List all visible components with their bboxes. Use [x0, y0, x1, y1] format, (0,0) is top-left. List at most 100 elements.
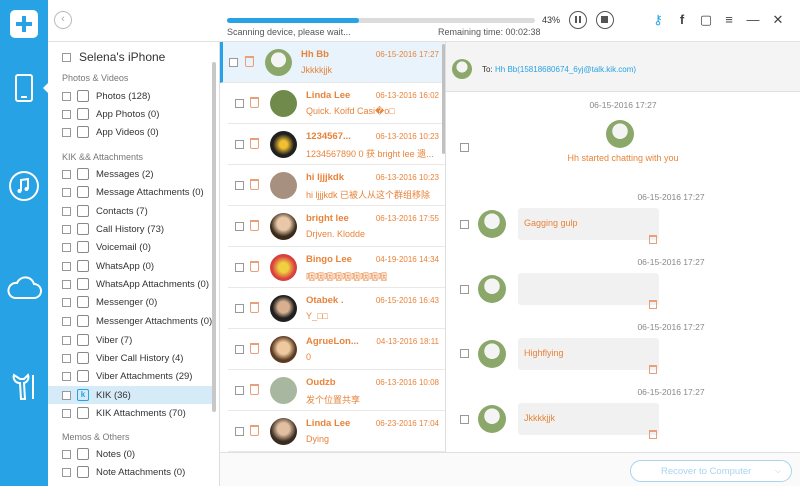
trash-icon[interactable]: [250, 138, 259, 149]
message-checkbox[interactable]: [235, 140, 244, 149]
message-row[interactable]: AgrueLon... 04-13-2016 18:11 0: [228, 329, 445, 370]
feedback-icon[interactable]: ▢: [698, 11, 714, 29]
message-checkbox[interactable]: [235, 99, 244, 108]
trash-icon[interactable]: [250, 384, 259, 395]
category-item[interactable]: Contacts (7): [48, 202, 214, 220]
category-checkbox[interactable]: [62, 242, 71, 252]
category-item[interactable]: Messages (2): [48, 165, 214, 183]
trash-icon[interactable]: [250, 179, 259, 190]
message-row[interactable]: hi ljjjkdk 06-13-2016 10:23 hi ljjjkdk 已…: [228, 165, 445, 206]
close-icon[interactable]: ✕: [770, 11, 786, 29]
bubble-checkbox[interactable]: [460, 285, 469, 294]
message-row[interactable]: Otabek . 06-15-2016 16:43 Y_□□: [228, 288, 445, 329]
message-checkbox[interactable]: [229, 58, 238, 67]
trash-icon[interactable]: [649, 300, 657, 309]
pause-button[interactable]: [569, 11, 587, 29]
category-checkbox[interactable]: [62, 169, 71, 179]
message-list-scrollbar[interactable]: [442, 44, 445, 154]
category-checkbox[interactable]: [62, 91, 71, 101]
message-row[interactable]: 1234567... 06-13-2016 10:23 1234567890 0…: [228, 124, 445, 165]
trash-icon[interactable]: [250, 220, 259, 231]
category-item[interactable]: Viber Call History (4): [48, 349, 214, 367]
message-checkbox[interactable]: [235, 181, 244, 190]
message-row[interactable]: Linda Lee 06-23-2016 17:04 Dying: [228, 411, 445, 452]
category-item-kik-selected[interactable]: k KIK (36): [48, 386, 214, 404]
category-item[interactable]: Messenger Attachments (0): [48, 312, 214, 330]
message-row[interactable]: bright lee 06-13-2016 17:55 Drjven. Klod…: [228, 206, 445, 247]
recover-to-computer-button[interactable]: Recover to Computer ⌵: [630, 460, 792, 482]
category-checkbox[interactable]: [62, 127, 71, 137]
message-checkbox[interactable]: [235, 304, 244, 313]
attachment-icon: [77, 407, 89, 419]
category-checkbox[interactable]: [62, 109, 71, 119]
phone-icon[interactable]: [0, 58, 49, 118]
category-item[interactable]: WhatsApp Attachments (0): [48, 275, 214, 293]
category-item[interactable]: WhatsApp (0): [48, 257, 214, 275]
category-checkbox[interactable]: [62, 224, 71, 234]
trash-icon[interactable]: [250, 302, 259, 313]
category-item[interactable]: App Photos (0): [48, 105, 214, 123]
category-item[interactable]: Call History (73): [48, 220, 214, 238]
trash-icon[interactable]: [649, 365, 657, 374]
message-checkbox[interactable]: [235, 427, 244, 436]
message-checkbox[interactable]: [235, 345, 244, 354]
message-checkbox[interactable]: [235, 263, 244, 272]
bubble-checkbox[interactable]: [460, 220, 469, 229]
category-checkbox[interactable]: [62, 449, 71, 459]
trash-icon[interactable]: [649, 235, 657, 244]
category-checkbox[interactable]: [62, 335, 71, 345]
device-checkbox[interactable]: [62, 52, 71, 62]
category-checkbox[interactable]: [62, 206, 71, 216]
avatar: [270, 131, 297, 158]
trash-icon[interactable]: [245, 56, 254, 67]
category-checkbox[interactable]: [62, 316, 71, 326]
music-icon[interactable]: [0, 156, 48, 216]
message-row[interactable]: Oudzb 06-13-2016 10:08 发个位置共享: [228, 370, 445, 411]
category-scrollbar[interactable]: [212, 62, 216, 412]
category-checkbox[interactable]: [62, 261, 71, 271]
category-checkbox[interactable]: [62, 353, 71, 363]
tools-icon[interactable]: [0, 356, 48, 416]
category-item[interactable]: Note Attachments (0): [48, 463, 214, 481]
trash-icon[interactable]: [649, 430, 657, 439]
trash-icon[interactable]: [250, 261, 259, 272]
chevron-down-icon[interactable]: ⌵: [775, 466, 781, 476]
message-row-active[interactable]: Hh Bb 06-15-2016 17:27 Jkkkkjjk: [220, 42, 445, 83]
category-checkbox[interactable]: [62, 371, 71, 381]
category-item[interactable]: KIK Attachments (70): [48, 404, 214, 422]
facebook-icon[interactable]: f: [674, 11, 690, 29]
device-row[interactable]: Selena's iPhone: [48, 48, 208, 66]
bubble-checkbox[interactable]: [460, 415, 469, 424]
category-checkbox[interactable]: [62, 187, 71, 197]
trash-icon[interactable]: [250, 425, 259, 436]
category-item[interactable]: Notes (0): [48, 445, 214, 463]
cloud-icon[interactable]: [0, 258, 48, 318]
message-checkbox[interactable]: [235, 386, 244, 395]
category-checkbox[interactable]: [62, 408, 71, 418]
category-checkbox[interactable]: [62, 297, 71, 307]
minimize-icon[interactable]: —: [745, 11, 761, 29]
trash-icon[interactable]: [250, 343, 259, 354]
back-button[interactable]: ‹: [54, 11, 72, 29]
category-checkbox[interactable]: [62, 390, 71, 400]
message-checkbox[interactable]: [235, 222, 244, 231]
category-item[interactable]: App Videos (0): [48, 123, 214, 141]
category-item[interactable]: Viber Attachments (29): [48, 367, 214, 385]
key-icon[interactable]: ⚷: [650, 11, 666, 29]
category-checkbox[interactable]: [62, 279, 71, 289]
category-item[interactable]: Messenger (0): [48, 293, 214, 311]
stop-button[interactable]: [596, 11, 614, 29]
message-row[interactable]: Linda Lee 06-13-2016 16:02 Quick. Koifd …: [228, 83, 445, 124]
conversation-checkbox[interactable]: [460, 143, 469, 152]
trash-icon[interactable]: [250, 97, 259, 108]
bubble-checkbox[interactable]: [460, 349, 469, 358]
category-item[interactable]: Voicemail (0): [48, 238, 214, 256]
category-item[interactable]: Viber (7): [48, 331, 214, 349]
message-date: 06-13-2016 10:23: [375, 132, 439, 141]
message-row[interactable]: Bingo Lee 04-19-2016 14:34 咽咽咽咽咽咽咽咽咽: [228, 247, 445, 288]
bubble-date: 06-15-2016 17:27: [637, 192, 705, 202]
menu-icon[interactable]: ≡: [721, 11, 737, 29]
category-item[interactable]: Photos (128): [48, 87, 214, 105]
category-item[interactable]: Message Attachments (0): [48, 183, 214, 201]
category-checkbox[interactable]: [62, 467, 71, 477]
